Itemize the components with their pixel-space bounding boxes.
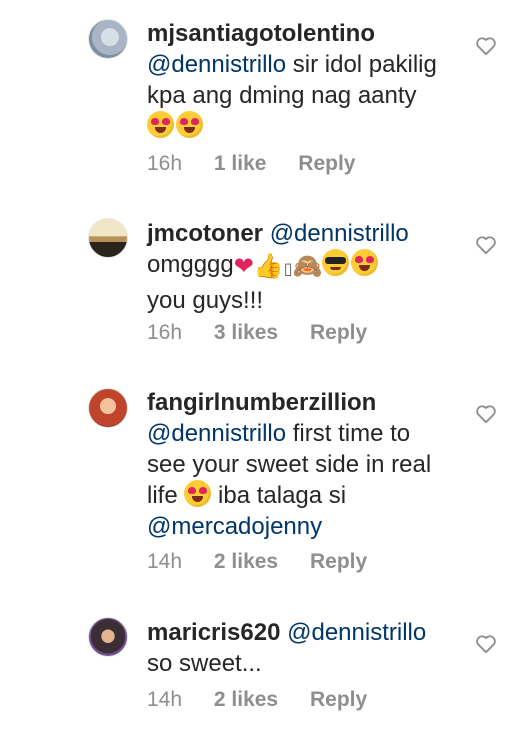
comment-body: fangirlnumberzillion @dennistrillo first…	[147, 387, 447, 542]
comment-username[interactable]: jmcotoner	[147, 220, 263, 247]
missing-glyph-icon: ▯	[283, 261, 293, 278]
comment-body: maricris620 @dennistrillo so sweet...	[147, 617, 447, 679]
avatar[interactable]	[88, 218, 128, 258]
reply-button[interactable]: Reply	[310, 550, 367, 574]
comment-meta: 16h 3 likes Reply	[147, 321, 393, 345]
comment-time: 14h	[147, 688, 183, 711]
thumbs-up-icon: 👍	[253, 253, 284, 280]
comment-time: 16h	[147, 152, 183, 175]
comment-body: jmcotoner @dennistrillo omgggg❤👍▯🙈 you g…	[147, 218, 447, 316]
sunglasses-emoji-icon	[322, 249, 350, 276]
comment-text: so sweet...	[147, 650, 262, 677]
comment-mention[interactable]: @dennistrillo	[147, 420, 286, 447]
avatar[interactable]	[88, 19, 128, 59]
red-heart-icon: ❤	[233, 253, 254, 280]
comment-text: omgggg	[147, 251, 234, 278]
comment-likes[interactable]: 1 like	[214, 152, 267, 176]
avatar[interactable]	[88, 617, 128, 657]
comment-meta: 14h 2 likes Reply	[147, 688, 393, 712]
comment-likes[interactable]: 2 likes	[214, 688, 278, 712]
comment-text-2: iba talaga si	[218, 482, 347, 509]
avatar[interactable]	[88, 388, 128, 428]
heart-outline-icon[interactable]	[475, 634, 497, 654]
comment-time: 16h	[147, 321, 183, 344]
comment-meta: 14h 2 likes Reply	[147, 550, 393, 574]
comment-username[interactable]: maricris620	[147, 619, 280, 646]
heart-eyes-emoji-icon	[176, 111, 203, 138]
comment-body: mjsantiagotolentino @dennistrillo sir id…	[147, 18, 447, 142]
heart-outline-icon[interactable]	[475, 235, 497, 255]
reply-button[interactable]: Reply	[310, 321, 367, 345]
comment-likes[interactable]: 3 likes	[214, 321, 278, 345]
reply-button[interactable]: Reply	[298, 152, 355, 176]
comment-meta: 16h 1 like Reply	[147, 152, 381, 176]
comment-mention[interactable]: @dennistrillo	[287, 619, 426, 646]
heart-outline-icon[interactable]	[475, 404, 497, 424]
heart-eyes-emoji-icon	[184, 480, 212, 507]
heart-outline-icon[interactable]	[475, 36, 497, 56]
comment-mention[interactable]: @dennistrillo	[147, 51, 286, 78]
comment-username[interactable]: fangirlnumberzillion	[147, 389, 376, 416]
heart-eyes-emoji-icon	[351, 249, 379, 276]
comment-text-2: you guys!!!	[147, 287, 264, 314]
comment-mention[interactable]: @dennistrillo	[270, 220, 409, 247]
comment-mention-2[interactable]: @mercadojenny	[147, 513, 322, 540]
comment-username[interactable]: mjsantiagotolentino	[147, 20, 375, 47]
reply-button[interactable]: Reply	[310, 688, 367, 712]
see-no-evil-monkey-icon: 🙈	[292, 253, 323, 280]
heart-eyes-emoji-icon	[147, 111, 174, 138]
comment-time: 14h	[147, 550, 183, 573]
comment-likes[interactable]: 2 likes	[214, 550, 278, 574]
